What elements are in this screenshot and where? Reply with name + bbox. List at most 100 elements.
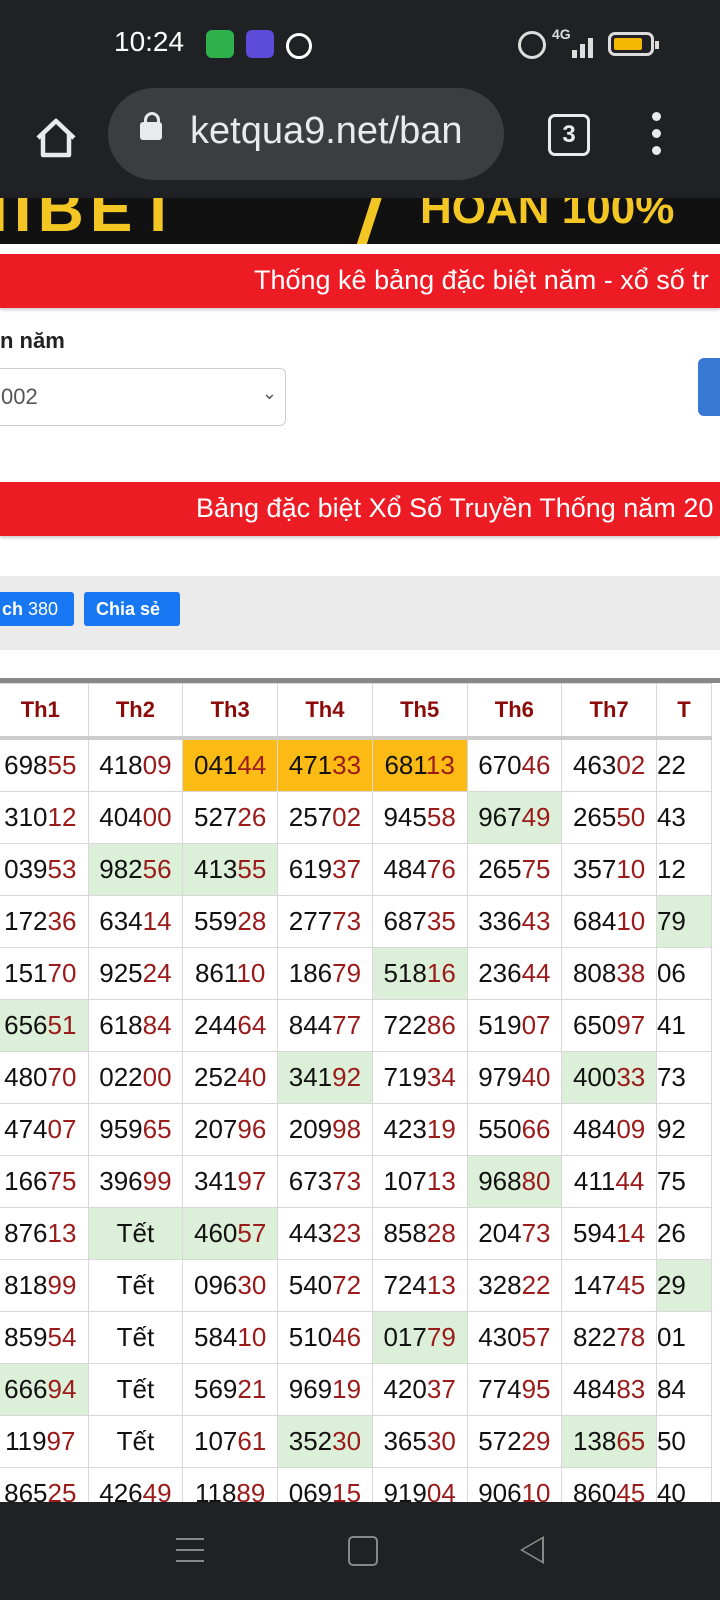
result-cell[interactable]: 29	[655, 1259, 713, 1312]
result-cell[interactable]: 77495	[466, 1363, 563, 1416]
result-cell[interactable]: 92524	[87, 947, 184, 1000]
result-cell[interactable]: 41355	[182, 843, 279, 896]
result-cell[interactable]: 51816	[371, 947, 468, 1000]
result-cell[interactable]: 35710	[561, 843, 657, 896]
special-prize-table-container[interactable]: Th1 Th2 Th3 Th4 Th5 Th6 Th7 T 69855 41809 04144 47…	[0, 678, 720, 1506]
result-cell[interactable]: 32822	[466, 1259, 563, 1312]
result-cell[interactable]: 98256	[87, 843, 184, 896]
result-cell[interactable]: 13865	[561, 1415, 657, 1468]
result-cell[interactable]: 85954	[0, 1311, 89, 1364]
url-text[interactable]: ketqua9.net/ban	[190, 110, 490, 153]
result-cell[interactable]: 50	[655, 1415, 713, 1468]
result-cell[interactable]: 34197	[182, 1155, 279, 1208]
result-cell[interactable]: 26575	[466, 843, 563, 896]
result-cell[interactable]: 47133	[277, 737, 373, 792]
result-cell[interactable]: 40033	[561, 1051, 657, 1104]
result-cell[interactable]: 10761	[182, 1415, 279, 1468]
result-cell[interactable]: 73	[655, 1051, 713, 1104]
result-cell[interactable]: 85828	[371, 1207, 468, 1260]
result-cell[interactable]: 34192	[277, 1051, 373, 1104]
like-button[interactable]: ch 380	[0, 592, 74, 626]
result-cell[interactable]: 10713	[371, 1155, 468, 1208]
result-cell[interactable]: 72413	[371, 1259, 468, 1312]
result-cell[interactable]: 87613	[0, 1207, 89, 1260]
result-cell[interactable]: 91904	[371, 1467, 468, 1506]
result-cell[interactable]: 27773	[277, 895, 373, 948]
result-cell[interactable]: 95965	[87, 1103, 184, 1156]
recent-apps-icon[interactable]	[176, 1538, 204, 1562]
result-cell[interactable]: 86525	[0, 1467, 89, 1506]
result-cell[interactable]: 09630	[182, 1259, 279, 1312]
result-cell[interactable]: 65097	[561, 999, 657, 1052]
year-select[interactable]: 002 ⌄	[0, 368, 286, 426]
result-cell[interactable]: 26	[655, 1207, 713, 1260]
result-cell[interactable]: 67373	[277, 1155, 373, 1208]
result-cell[interactable]: 68113	[371, 737, 468, 792]
result-cell[interactable]: 51046	[277, 1311, 373, 1364]
result-cell[interactable]: 67046	[466, 737, 563, 792]
result-cell[interactable]: 57229	[466, 1415, 563, 1468]
result-cell[interactable]: 66694	[0, 1363, 89, 1416]
result-cell[interactable]: Tết	[87, 1207, 184, 1260]
result-cell[interactable]: 39699	[87, 1155, 184, 1208]
result-cell[interactable]: 35230	[277, 1415, 373, 1468]
result-cell[interactable]: 24464	[182, 999, 279, 1052]
share-button[interactable]: Chia sẻ	[84, 592, 180, 626]
result-cell[interactable]: 46057	[182, 1207, 279, 1260]
result-cell[interactable]: 22	[655, 737, 713, 792]
result-cell[interactable]: 48070	[0, 1051, 89, 1104]
result-cell[interactable]: 47407	[0, 1103, 89, 1156]
result-cell[interactable]: 48483	[561, 1363, 657, 1416]
result-cell[interactable]: 36530	[371, 1415, 468, 1468]
result-cell[interactable]: 41144	[561, 1155, 657, 1208]
result-cell[interactable]: 92	[655, 1103, 713, 1156]
result-cell[interactable]: 01	[655, 1311, 713, 1364]
result-cell[interactable]: 48476	[371, 843, 468, 896]
result-cell[interactable]: 61884	[87, 999, 184, 1052]
result-cell[interactable]: 20796	[182, 1103, 279, 1156]
address-bar[interactable]: ketqua9.net/ban	[108, 88, 504, 180]
result-cell[interactable]: 61937	[277, 843, 373, 896]
result-cell[interactable]: 86045	[561, 1467, 657, 1506]
result-cell[interactable]: 96880	[466, 1155, 563, 1208]
result-cell[interactable]: 17236	[0, 895, 89, 948]
ad-banner[interactable]: IIBET HOÀN 100%	[0, 198, 720, 244]
result-cell[interactable]: 68410	[561, 895, 657, 948]
result-cell[interactable]: 63414	[87, 895, 184, 948]
result-cell[interactable]: 02200	[87, 1051, 184, 1104]
result-cell[interactable]: 16675	[0, 1155, 89, 1208]
more-options-icon[interactable]	[652, 112, 662, 158]
result-cell[interactable]: 43057	[466, 1311, 563, 1364]
result-cell[interactable]: 86110	[182, 947, 279, 1000]
result-cell[interactable]: 01779	[371, 1311, 468, 1364]
result-cell[interactable]: Tết	[87, 1311, 184, 1364]
result-cell[interactable]: 11889	[182, 1467, 279, 1506]
result-cell[interactable]: 81899	[0, 1259, 89, 1312]
result-cell[interactable]: 59414	[561, 1207, 657, 1260]
result-cell[interactable]: 96749	[466, 791, 563, 844]
result-cell[interactable]: 23644	[466, 947, 563, 1000]
result-cell[interactable]: Tết	[87, 1415, 184, 1468]
result-cell[interactable]: 20473	[466, 1207, 563, 1260]
result-cell[interactable]: 03953	[0, 843, 89, 896]
result-cell[interactable]: 90610	[466, 1467, 563, 1506]
result-cell[interactable]: 46302	[561, 737, 657, 792]
tab-switcher-button[interactable]: 3	[548, 114, 590, 156]
result-cell[interactable]: 79	[655, 895, 713, 948]
result-cell[interactable]: 82278	[561, 1311, 657, 1364]
result-cell[interactable]: 40400	[87, 791, 184, 844]
result-cell[interactable]: 11997	[0, 1415, 89, 1468]
result-cell[interactable]: 94558	[371, 791, 468, 844]
result-cell[interactable]: 68735	[371, 895, 468, 948]
result-cell[interactable]: 80838	[561, 947, 657, 1000]
result-cell[interactable]: 84477	[277, 999, 373, 1052]
result-cell[interactable]: 25240	[182, 1051, 279, 1104]
result-cell[interactable]: Tết	[87, 1363, 184, 1416]
result-cell[interactable]: 52726	[182, 791, 279, 844]
result-cell[interactable]: 55066	[466, 1103, 563, 1156]
submit-button[interactable]	[698, 358, 720, 416]
result-cell[interactable]: 20998	[277, 1103, 373, 1156]
result-cell[interactable]: 51907	[466, 999, 563, 1052]
result-cell[interactable]: 12	[655, 843, 713, 896]
result-cell[interactable]: 04144	[182, 737, 279, 792]
